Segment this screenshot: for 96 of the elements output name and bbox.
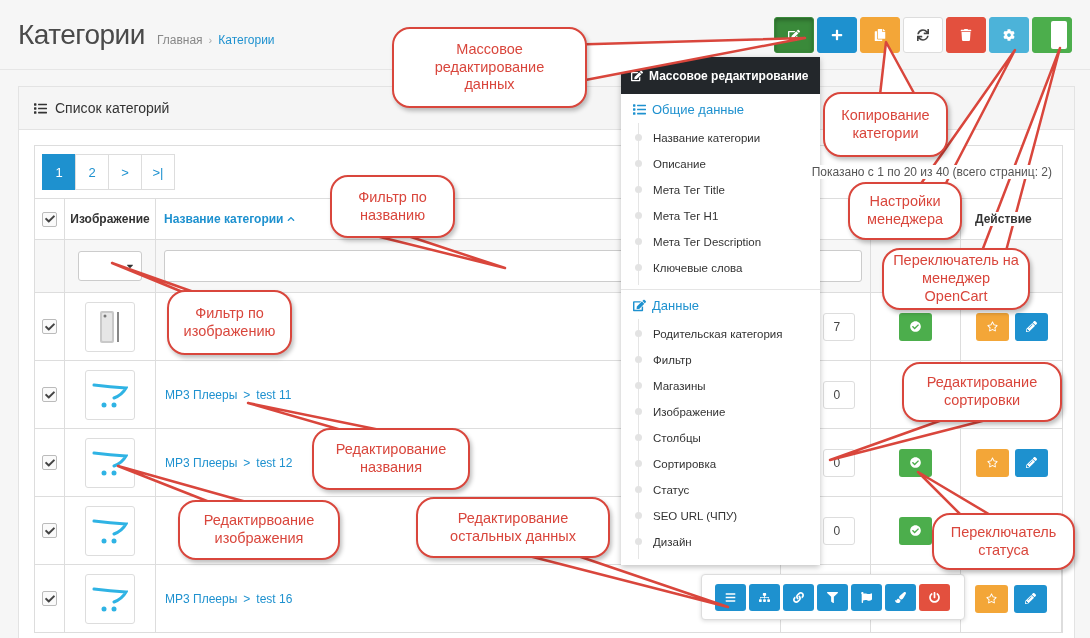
flag-icon bbox=[861, 591, 872, 603]
column-header: Действие bbox=[975, 212, 1032, 226]
check-icon bbox=[44, 593, 55, 604]
menu-title: Массовое редактирование bbox=[649, 68, 809, 83]
trash-icon bbox=[960, 28, 972, 41]
flag-button[interactable] bbox=[851, 583, 882, 611]
callout: Редактирование остальных данных bbox=[416, 497, 610, 558]
thumbnail[interactable] bbox=[85, 573, 135, 624]
list-icon bbox=[633, 103, 646, 116]
thumbnail[interactable] bbox=[85, 505, 135, 556]
favorite-button[interactable] bbox=[975, 312, 1009, 341]
pencil-icon bbox=[1025, 321, 1037, 332]
refresh-icon bbox=[917, 28, 929, 41]
thumbnail[interactable] bbox=[85, 301, 135, 352]
brush-button[interactable] bbox=[885, 583, 916, 611]
status-button[interactable] bbox=[899, 448, 932, 477]
delete-button[interactable] bbox=[946, 16, 986, 53]
parent-link[interactable]: MP3 Плееры bbox=[165, 387, 238, 402]
panel-title: Список категорий bbox=[55, 100, 170, 116]
callout: Настройки менеджера bbox=[848, 182, 962, 240]
link-button[interactable] bbox=[783, 583, 814, 611]
callout: Редактирование сортировки bbox=[902, 362, 1062, 422]
settings-button[interactable] bbox=[989, 16, 1029, 53]
check-icon bbox=[44, 389, 55, 400]
thumbnail[interactable] bbox=[85, 369, 135, 420]
sort-field[interactable]: 7 bbox=[822, 312, 855, 341]
menu-icon bbox=[725, 591, 736, 603]
power-button[interactable] bbox=[919, 583, 950, 611]
column-header: Изображение bbox=[70, 212, 150, 226]
tree-button[interactable] bbox=[749, 583, 780, 611]
status-button[interactable] bbox=[899, 312, 932, 341]
separator: > bbox=[243, 591, 251, 606]
section-title: Общие данные bbox=[652, 102, 745, 117]
separator: > bbox=[243, 455, 251, 470]
funnel-icon bbox=[827, 591, 838, 603]
copy-button[interactable] bbox=[860, 16, 900, 53]
callout: Фильтр по названию bbox=[330, 175, 455, 238]
favorite-button[interactable] bbox=[975, 584, 1008, 613]
check-icon bbox=[44, 321, 55, 332]
row-checkbox[interactable] bbox=[42, 319, 57, 334]
refresh-button[interactable] bbox=[903, 16, 943, 53]
filter-button[interactable] bbox=[817, 583, 848, 611]
plus-icon bbox=[831, 28, 843, 41]
sort-field[interactable]: 0 bbox=[822, 380, 855, 409]
sort-field[interactable]: 0 bbox=[822, 516, 855, 545]
parent-link[interactable]: MP3 Плееры bbox=[165, 591, 238, 606]
callout: Массовое редактирование данных bbox=[392, 27, 587, 108]
edit-button[interactable] bbox=[1014, 584, 1047, 613]
edit-button[interactable] bbox=[1014, 312, 1048, 341]
sort-link[interactable]: Название категории bbox=[164, 212, 296, 226]
status-button[interactable] bbox=[899, 516, 932, 545]
row-checkbox[interactable] bbox=[42, 523, 57, 538]
image-filter-select[interactable] bbox=[78, 251, 142, 281]
page-link[interactable]: 2 bbox=[75, 154, 109, 190]
page-link[interactable]: 1 bbox=[42, 154, 76, 190]
page-title: Категории bbox=[18, 18, 145, 51]
brush-icon bbox=[895, 591, 906, 603]
separator: > bbox=[243, 387, 251, 402]
select-all-checkbox[interactable] bbox=[42, 211, 57, 227]
callout: Переключатель на менеджер OpenCart bbox=[882, 248, 1030, 310]
thumbnail[interactable] bbox=[85, 437, 135, 488]
breadcrumb-separator: › bbox=[208, 33, 213, 46]
star-icon bbox=[986, 593, 997, 604]
edit-icon bbox=[633, 299, 646, 312]
row-checkbox[interactable] bbox=[42, 455, 57, 470]
chevron-up-icon bbox=[287, 215, 296, 223]
menu-button[interactable] bbox=[715, 583, 746, 611]
manager-toggle[interactable] bbox=[1032, 16, 1072, 53]
row-checkbox[interactable] bbox=[42, 387, 57, 402]
pencil-icon bbox=[1025, 593, 1036, 604]
row-checkbox[interactable] bbox=[42, 591, 57, 606]
check-icon bbox=[44, 457, 55, 468]
check-icon bbox=[44, 525, 55, 536]
sitemap-icon bbox=[759, 591, 770, 603]
copy-icon bbox=[874, 28, 886, 41]
power-icon bbox=[929, 591, 940, 603]
callout: Редактирвоание изображения bbox=[178, 500, 340, 560]
category-link[interactable]: test 16 bbox=[256, 591, 293, 606]
page-link[interactable]: >| bbox=[141, 154, 175, 190]
star-icon bbox=[986, 457, 998, 468]
page-link[interactable]: > bbox=[108, 154, 142, 190]
favorite-button[interactable] bbox=[975, 448, 1009, 477]
category-link[interactable]: test 12 bbox=[256, 455, 293, 470]
pencil-icon bbox=[1025, 457, 1037, 468]
check-icon bbox=[44, 214, 55, 224]
edit-icon bbox=[631, 69, 643, 82]
star-icon bbox=[986, 321, 998, 332]
edit-button[interactable] bbox=[1014, 448, 1048, 477]
category-link[interactable]: test 11 bbox=[256, 387, 292, 402]
settings-icon bbox=[1003, 28, 1015, 41]
list-icon bbox=[34, 101, 47, 115]
parent-link[interactable]: MP3 Плееры bbox=[165, 455, 238, 470]
add-button[interactable] bbox=[817, 16, 857, 53]
results-summary: Показано с 1 по 20 из 40 (всего страниц: 2) bbox=[811, 165, 1052, 179]
section-title: Данные bbox=[652, 298, 699, 313]
link-icon bbox=[793, 591, 804, 603]
